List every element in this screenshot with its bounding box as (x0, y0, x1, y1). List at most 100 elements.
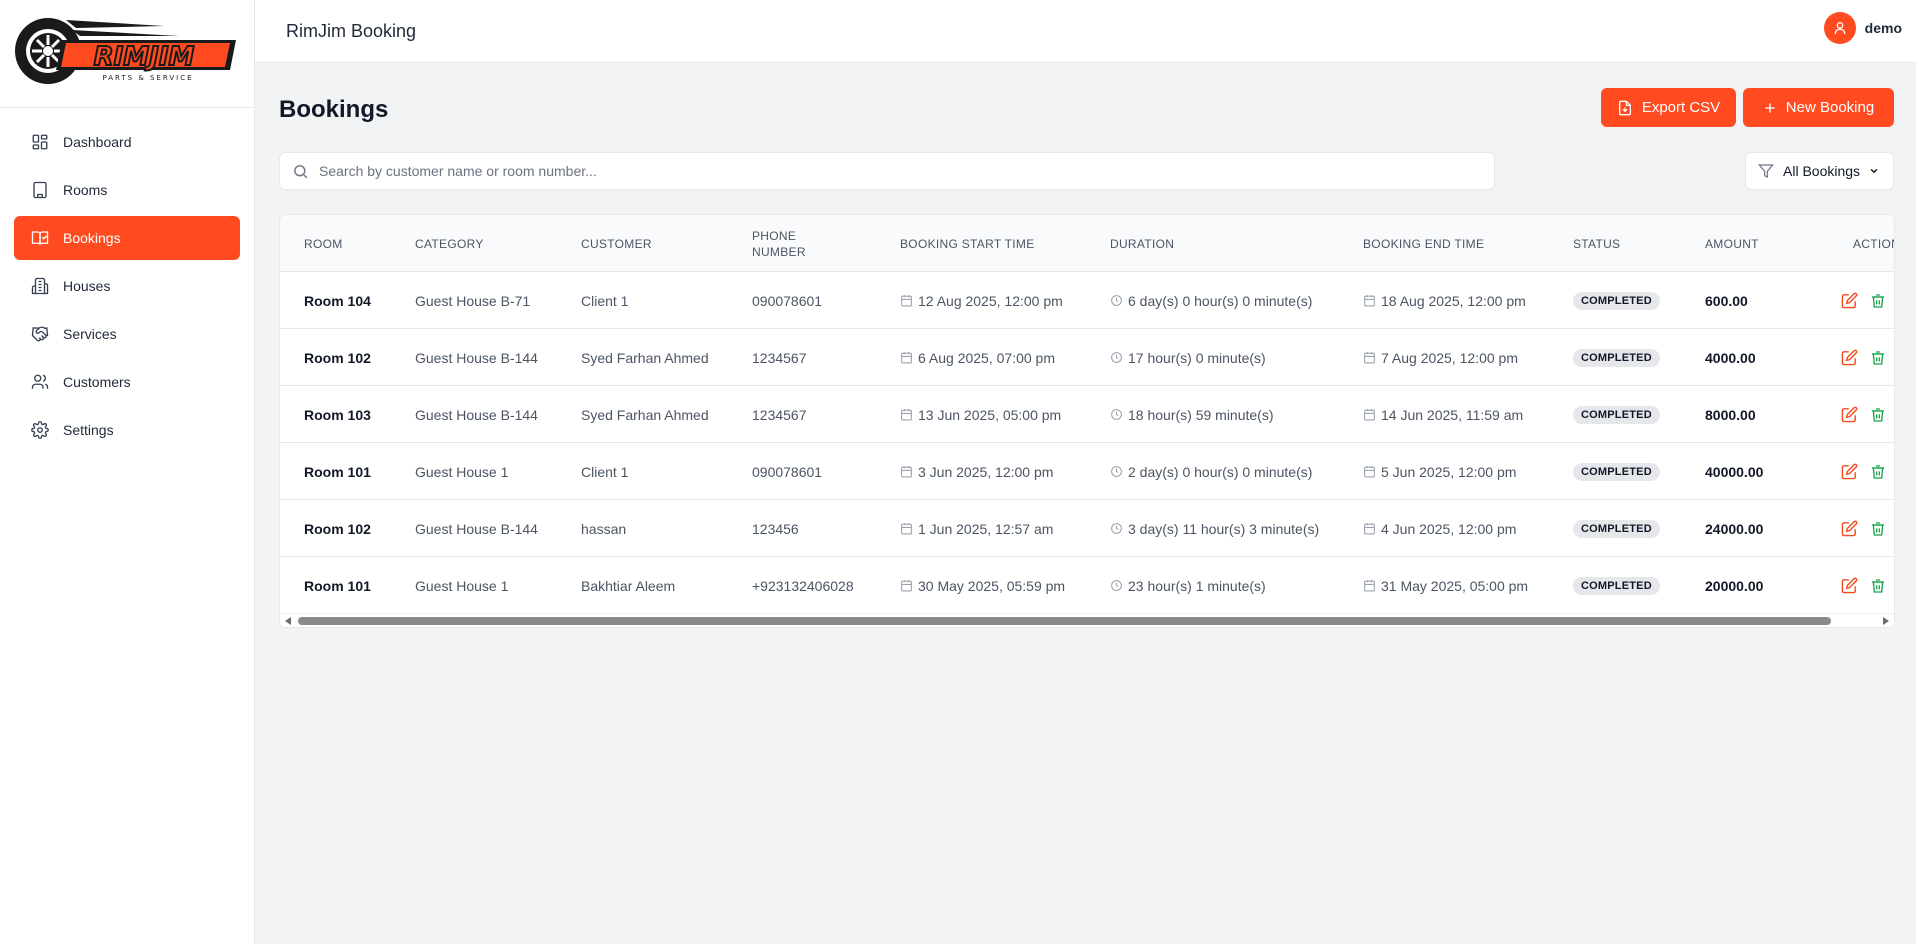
table-row[interactable]: Room 103 Guest House B-144 Syed Farhan Ahm… (280, 386, 1894, 443)
start-text: 3 Jun 2025, 12:00 pm (918, 463, 1054, 480)
avatar[interactable] (1823, 12, 1856, 44)
calendar-icon (900, 351, 913, 364)
edit-icon[interactable] (1841, 577, 1858, 594)
export-csv-button[interactable]: Export CSV (1601, 88, 1736, 127)
bookings-table: ROOM CATEGORY CUSTOMER PHONE NUMBER BOOKING … (279, 214, 1895, 628)
start-cell: 6 Aug 2025, 07:00 pm (900, 329, 1055, 386)
status-text: COMPLETED (1573, 576, 1660, 595)
duration-cell: 6 day(s) 0 hour(s) 0 minute(s) (1110, 272, 1312, 329)
end-text: 7 Aug 2025, 12:00 pm (1381, 349, 1518, 366)
sidebar-item-bookings[interactable]: Bookings (14, 216, 240, 260)
scrollbar-thumb[interactable] (298, 617, 1831, 625)
status-text: COMPLETED (1573, 405, 1660, 424)
delete-icon[interactable] (1870, 578, 1886, 594)
username: demo (1864, 20, 1902, 36)
sidebar-item-customers[interactable]: Customers (14, 360, 240, 404)
sidebar-item-settings[interactable]: Settings (14, 408, 240, 452)
scroll-left-icon[interactable] (285, 617, 291, 625)
amount-cell: 8000.00 (1705, 386, 1756, 443)
end-cell: 18 Aug 2025, 12:00 pm (1363, 272, 1526, 329)
start-text: 6 Aug 2025, 07:00 pm (918, 349, 1055, 366)
status-cell: COMPLETED (1573, 557, 1660, 614)
start-cell: 13 Jun 2025, 05:00 pm (900, 386, 1061, 443)
status-text: COMPLETED (1573, 348, 1660, 367)
calendar-icon (900, 465, 913, 478)
horizontal-scrollbar[interactable] (280, 613, 1894, 627)
edit-icon[interactable] (1841, 520, 1858, 537)
start-cell: 1 Jun 2025, 12:57 am (900, 500, 1053, 557)
delete-icon[interactable] (1870, 293, 1886, 309)
sidebar-item-rooms[interactable]: Rooms (14, 168, 240, 212)
duration-cell: 2 day(s) 0 hour(s) 0 minute(s) (1110, 443, 1312, 500)
end-text: 18 Aug 2025, 12:00 pm (1381, 292, 1526, 309)
calendar-icon (900, 408, 913, 421)
customer-cell: hassan (581, 500, 626, 557)
edit-icon[interactable] (1841, 349, 1858, 366)
start-cell: 12 Aug 2025, 12:00 pm (900, 272, 1063, 329)
calendar-icon (1363, 579, 1376, 592)
end-cell: 5 Jun 2025, 12:00 pm (1363, 443, 1516, 500)
sidebar-item-houses[interactable]: Houses (14, 264, 240, 308)
edit-icon[interactable] (1841, 406, 1858, 423)
phone-text: 090078601 (752, 463, 823, 480)
category-cell: Guest House B-71 (415, 272, 530, 329)
start-text: 30 May 2025, 05:59 pm (918, 577, 1066, 594)
gear-icon (30, 420, 50, 440)
logo-subtext: PARTS & SERVICE (102, 74, 193, 82)
delete-icon[interactable] (1870, 407, 1886, 423)
amount-text: 600.00 (1705, 292, 1748, 309)
delete-icon[interactable] (1870, 350, 1886, 366)
delete-icon[interactable] (1870, 464, 1886, 480)
start-text: 1 Jun 2025, 12:57 am (918, 520, 1054, 537)
table-row[interactable]: Room 101 Guest House 1 Bakhtiar Aleem +9231… (280, 557, 1894, 614)
phone-cell: 123456 (752, 500, 799, 557)
amount-text: 24000.00 (1705, 520, 1764, 537)
start-text: 13 Jun 2025, 05:00 pm (918, 406, 1062, 423)
customer-text: Client 1 (581, 292, 629, 309)
status-cell: COMPLETED (1573, 272, 1660, 329)
rimjim-logo[interactable]: RIMJIM PARTS & SERVICE (14, 14, 236, 86)
table-row[interactable]: Room 102 Guest House B-144 Syed Farhan Ahm… (280, 329, 1894, 386)
table-row[interactable]: Room 104 Guest House B-71 Client 1 09007860… (280, 272, 1894, 329)
calendar-icon (900, 579, 913, 592)
table-row[interactable]: Room 101 Guest House 1 Client 1 090078601 3 … (280, 443, 1894, 500)
phone-text: +923132406028 (752, 577, 854, 594)
col-end-header: BOOKING END TIME (1363, 236, 1485, 251)
edit-icon[interactable] (1841, 292, 1858, 309)
clock-icon (1110, 579, 1123, 592)
chevron-down-icon (1870, 168, 1878, 174)
col-duration-header: DURATION (1110, 236, 1175, 251)
table-scroll-area: ROOM CATEGORY CUSTOMER PHONE NUMBER BOOKING … (280, 215, 1894, 615)
room-text: Room 101 (304, 463, 371, 480)
calendar-icon (900, 522, 913, 535)
amount-cell: 24000.00 (1705, 500, 1763, 557)
duration-text: 3 day(s) 11 hour(s) 3 minute(s) (1128, 520, 1320, 537)
end-text: 14 Jun 2025, 11:59 am (1381, 406, 1524, 423)
file-download-icon (1618, 100, 1631, 115)
duration-cell: 23 hour(s) 1 minute(s) (1110, 557, 1266, 614)
amount-cell: 20000.00 (1705, 557, 1763, 614)
table-row[interactable]: Room 102 Guest House B-144 hassan 123456 1 J… (280, 500, 1894, 557)
amount-text: 40000.00 (1705, 463, 1764, 480)
sidebar-item-services[interactable]: Services (14, 312, 240, 356)
col-category-header: CATEGORY (415, 236, 484, 251)
col-amount-header: AMOUNT (1705, 236, 1759, 251)
delete-icon[interactable] (1870, 521, 1886, 537)
category-text: Guest House B-71 (415, 292, 531, 309)
edit-icon[interactable] (1841, 463, 1858, 480)
scroll-right-icon[interactable] (1883, 617, 1889, 625)
booking-filter-select[interactable]: All Bookings (1745, 152, 1894, 190)
logo-text: RIMJIM (94, 42, 195, 72)
row-actions (1841, 386, 1894, 443)
amount-text: 20000.00 (1705, 577, 1764, 594)
user-menu[interactable]: demo (1823, 12, 1902, 44)
new-booking-button[interactable]: New Booking (1743, 88, 1894, 127)
app-title: RimJim Booking (286, 21, 417, 41)
sidebar-item-dashboard[interactable]: Dashboard (14, 120, 240, 164)
calendar-icon (1363, 408, 1376, 421)
table-header: ROOM CATEGORY CUSTOMER PHONE NUMBER BOOKING … (280, 215, 1894, 272)
category-text: Guest House B-144 (415, 406, 538, 423)
status-cell: COMPLETED (1573, 329, 1660, 386)
search-input[interactable] (319, 163, 1469, 179)
page-title: Bookings (279, 96, 389, 123)
